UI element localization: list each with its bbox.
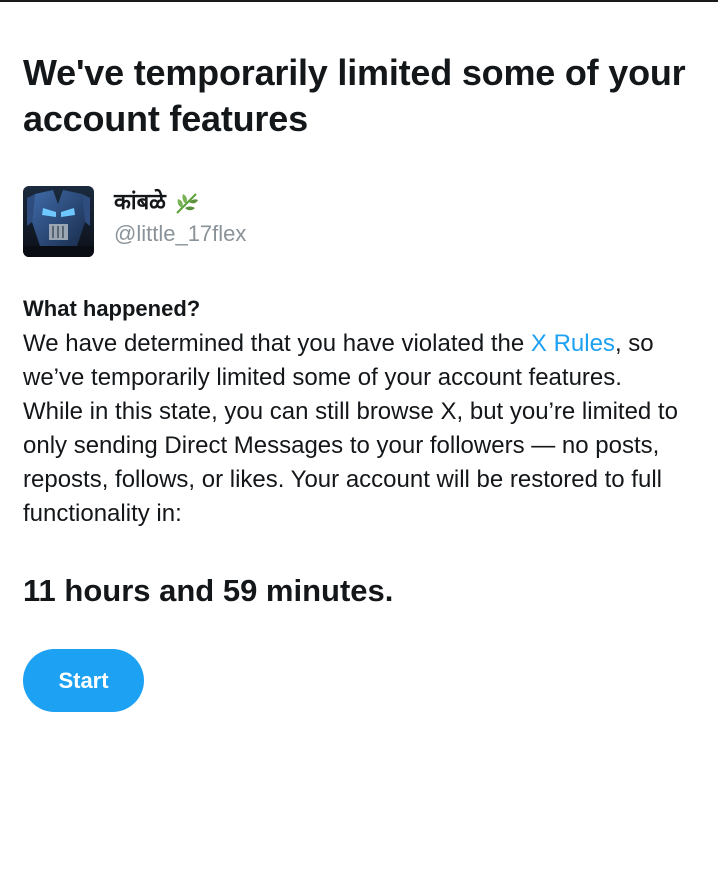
restriction-countdown: 11 hours and 59 minutes. — [23, 573, 394, 608]
display-name: कांबळे — [114, 190, 166, 215]
display-name-row: कांबळे — [114, 189, 246, 217]
x-rules-link[interactable]: X Rules — [531, 330, 615, 357]
profile-card: कांबळे @little_17flex — [23, 186, 693, 257]
user-handle: @little_17flex — [114, 221, 247, 246]
explanation-text-part-1: We have determined that you have violate… — [23, 330, 531, 357]
herb-icon — [176, 193, 198, 214]
explanation-text-part-2: , so we’ve temporarily limited some of y… — [23, 330, 678, 527]
avatar-image — [23, 186, 94, 257]
start-button[interactable]: Start — [23, 649, 144, 712]
limited-account-notice: We've temporarily limited some of your a… — [23, 50, 693, 712]
profile-text: कांबळे @little_17flex — [114, 189, 246, 249]
section-heading: What happened? — [23, 296, 201, 321]
top-border — [0, 0, 718, 2]
explanation-text: We have determined that you have violate… — [23, 327, 683, 531]
page-title: We've temporarily limited some of your a… — [23, 52, 686, 139]
avatar — [23, 186, 94, 257]
